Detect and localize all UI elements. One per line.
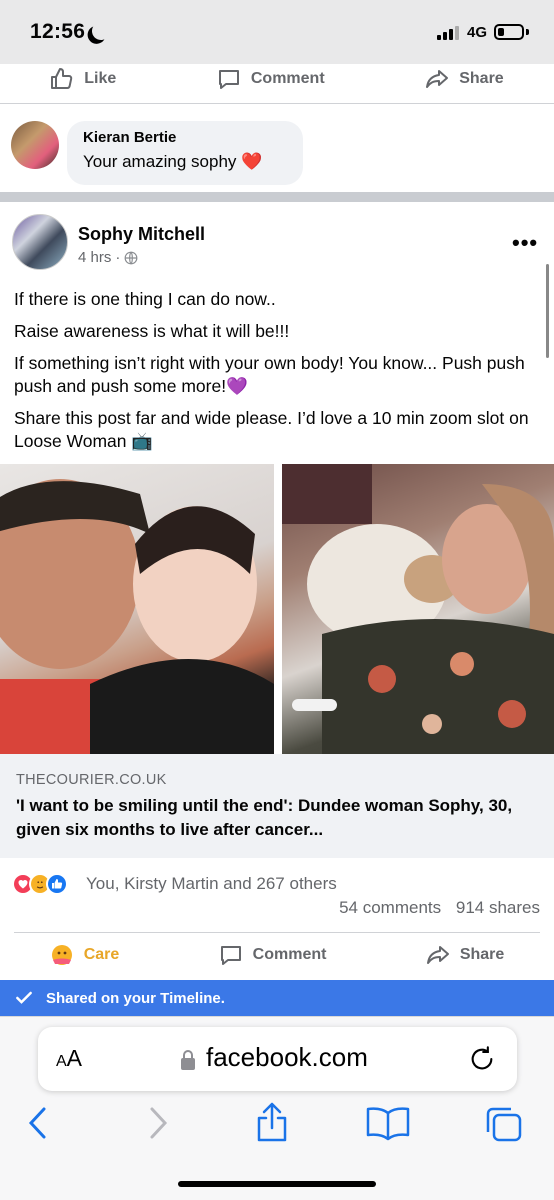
aa-small: A xyxy=(56,1053,67,1070)
safari-toolbar: AA facebook.com xyxy=(0,1016,554,1200)
shared-banner-text: Shared on your Timeline. xyxy=(46,989,225,1007)
share-label: Share xyxy=(459,946,505,963)
share-icon xyxy=(426,70,449,88)
reload-icon[interactable] xyxy=(468,1045,496,1073)
care-emoji-icon xyxy=(51,945,72,965)
home-indicator[interactable] xyxy=(178,1181,376,1187)
signal-icon xyxy=(437,26,463,40)
url-text[interactable]: facebook.com xyxy=(206,1042,368,1073)
post-time[interactable]: 4 hrs xyxy=(78,249,111,266)
address-bar[interactable]: AA facebook.com xyxy=(38,1027,517,1091)
comment-button[interactable]: Comment xyxy=(219,943,327,967)
post-paragraph: If something isn’t right with your own b… xyxy=(14,353,525,396)
share-label: Share xyxy=(459,70,504,87)
share-sheet-icon[interactable] xyxy=(254,1101,290,1143)
comment-icon xyxy=(220,946,241,965)
post-meta: 4 hrs · xyxy=(78,249,138,266)
checkmark-icon xyxy=(16,991,32,1004)
photo-right-illustration xyxy=(282,464,554,754)
link-preview-card[interactable]: THECOURIER.CO.UK 'I want to be smiling u… xyxy=(0,754,554,858)
comment-bubble[interactable]: Kieran Bertie Your amazing sophy ❤️ xyxy=(67,121,303,185)
like-button[interactable]: Like xyxy=(50,67,116,91)
shares-count[interactable]: 914 shares xyxy=(456,898,540,917)
aa-large: A xyxy=(66,1045,83,1071)
top-action-row: Like Comment Share xyxy=(0,59,554,99)
more-options-icon[interactable]: ••• xyxy=(512,230,538,256)
battery-tip xyxy=(526,29,529,35)
status-bar: 12:56 4G xyxy=(0,0,554,64)
comments-count[interactable]: 54 comments xyxy=(339,898,441,917)
heart-emoji: ❤️ xyxy=(241,152,263,171)
comment-label: Comment xyxy=(250,70,325,87)
globe-icon xyxy=(124,251,138,264)
reactions-summary[interactable]: You, Kirsty Martin and 267 others xyxy=(86,874,337,894)
comment-label: Comment xyxy=(252,946,327,963)
share-button[interactable]: Share xyxy=(426,943,504,967)
reader-options-button[interactable]: AA xyxy=(56,1045,82,1072)
photo-left-illustration xyxy=(0,479,274,754)
like-label: Like xyxy=(84,70,117,87)
link-title[interactable]: 'I want to be smiling until the end': Du… xyxy=(16,794,536,842)
link-domain: THECOURIER.CO.UK xyxy=(16,772,167,788)
share-button[interactable]: Share xyxy=(425,67,504,91)
share-icon xyxy=(426,946,449,964)
post-paragraph: If there is one thing I can do now.. xyxy=(14,289,276,309)
back-icon[interactable] xyxy=(26,1105,50,1141)
post-paragraph: Share this post far and wide please. I’d… xyxy=(14,408,529,451)
comment-button[interactable]: Comment xyxy=(217,67,325,91)
forward-icon[interactable] xyxy=(146,1105,170,1141)
care-button[interactable]: Care xyxy=(50,943,120,967)
network-type: 4G xyxy=(467,24,488,41)
comment-text-body: Your amazing sophy xyxy=(83,152,237,171)
comment-icon xyxy=(218,70,239,89)
moon-icon xyxy=(91,21,112,42)
tabs-icon[interactable] xyxy=(484,1105,524,1143)
meta-separator: · xyxy=(115,249,121,266)
comment-text: Your amazing sophy ❤️ xyxy=(83,152,287,172)
engagement-counts: 54 comments 914 shares xyxy=(329,898,540,918)
status-time: 12:56 xyxy=(30,20,86,43)
bookmarks-icon[interactable] xyxy=(366,1105,410,1141)
battery-icon xyxy=(494,24,524,40)
shared-banner: Shared on your Timeline. xyxy=(0,980,554,1016)
comment-author[interactable]: Kieran Bertie xyxy=(83,129,287,146)
feed-separator xyxy=(0,192,554,202)
thumbs-up-icon xyxy=(51,68,73,89)
like-reaction-icon xyxy=(46,873,68,895)
bottom-action-row: Care Comment Share xyxy=(0,935,554,975)
divider xyxy=(14,932,540,933)
commenter-avatar[interactable] xyxy=(11,121,59,169)
post-paragraph: Raise awareness is what it will be!!! xyxy=(14,321,290,341)
post-author-avatar[interactable] xyxy=(12,214,68,270)
post-photo-left[interactable] xyxy=(0,464,274,754)
divider xyxy=(0,103,554,104)
scrollbar[interactable] xyxy=(546,264,549,358)
post-body: If there is one thing I can do now.. Rai… xyxy=(14,288,534,462)
reaction-icons[interactable] xyxy=(12,873,68,895)
post-photo-right[interactable] xyxy=(282,464,554,754)
lock-icon xyxy=(181,1050,195,1070)
post-author-name[interactable]: Sophy Mitchell xyxy=(78,224,205,245)
care-label: Care xyxy=(83,946,120,963)
